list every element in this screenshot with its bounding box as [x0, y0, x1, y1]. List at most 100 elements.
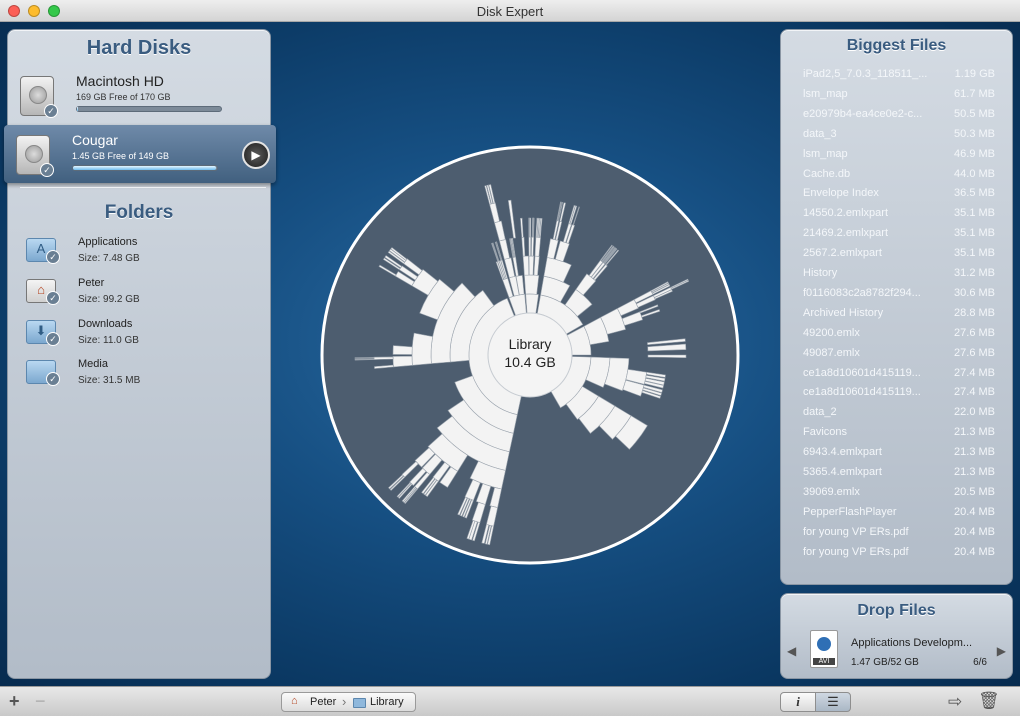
biggest-file-row[interactable]: 14550.2.emlxpart 35.1 MB — [803, 207, 995, 225]
biggest-file-size: 27.6 MB — [954, 326, 995, 339]
disk-item-cougar[interactable]: ✓ Cougar 1.45 GB Free of 149 GB ▶ — [4, 125, 276, 183]
biggest-file-row[interactable]: Archived History 28.8 MB — [803, 307, 995, 325]
chart-wedge[interactable] — [392, 345, 413, 355]
biggest-file-row[interactable]: 6943.4.emlxpart 21.3 MB — [803, 446, 995, 464]
hard-disks-title: Hard Disks — [86, 37, 192, 59]
chart-wedge[interactable] — [528, 217, 530, 238]
biggest-file-row[interactable]: Favicons 21.3 MB — [803, 426, 995, 444]
disk-name: Cougar — [72, 132, 118, 148]
biggest-file-row[interactable]: f0116083c2a8782f294... 30.6 MB — [803, 287, 995, 305]
biggest-file-row[interactable]: iPad2,5_7.0.3_118511_... 1.19 GB — [803, 68, 995, 86]
folder-item-media[interactable]: ✓ Media Size: 31.5 MB — [26, 354, 266, 392]
biggest-file-row[interactable]: lsm_map 61.7 MB — [803, 88, 995, 106]
scan-play-button[interactable]: ▶ — [242, 141, 270, 169]
chart-wedge[interactable] — [529, 217, 532, 238]
biggest-file-name: Cache.db — [803, 167, 851, 180]
folder-name: Downloads — [78, 318, 133, 330]
biggest-file-row[interactable]: ce1a8d10601d415119... 27.4 MB — [803, 386, 995, 404]
chart-wedge[interactable] — [528, 255, 535, 276]
biggest-file-row[interactable]: 49200.emlx 27.6 MB — [803, 327, 995, 345]
biggest-file-row[interactable]: 49087.emlx 27.6 MB — [803, 347, 995, 365]
biggest-file-name: iPad2,5_7.0.3_118511_... — [803, 68, 928, 80]
disk-free-space: 169 GB Free of 170 GB — [76, 92, 171, 102]
trash-icon[interactable]: 🗑 — [978, 691, 1000, 711]
folder-item-downloads[interactable]: ⬇ ✓ Downloads Size: 11.0 GB — [26, 314, 266, 352]
biggest-file-size: 27.6 MB — [954, 346, 995, 359]
folder-item-peter[interactable]: ⌂ ✓ Peter Size: 99.2 GB — [26, 273, 266, 311]
biggest-file-row[interactable]: data_2 22.0 MB — [803, 406, 995, 424]
biggest-file-row[interactable]: Envelope Index 36.5 MB — [803, 187, 995, 205]
biggest-file-size: 20.5 MB — [954, 485, 995, 498]
chart-wedge[interactable] — [354, 357, 375, 359]
window-title: Disk Expert — [476, 4, 544, 19]
biggest-file-name: lsm_map — [803, 87, 848, 100]
list-view-button[interactable]: ☰ — [815, 692, 851, 712]
biggest-file-name: 39069.emlx — [803, 485, 860, 498]
biggest-file-size: 36.5 MB — [954, 187, 995, 200]
folder-item-applications[interactable]: A ✓ Applications Size: 7.48 GB — [26, 232, 266, 270]
chart-center-label: Library — [509, 336, 552, 352]
biggest-file-size: 21.3 MB — [954, 466, 995, 478]
biggest-file-name: History — [803, 267, 838, 279]
bottom-toolbar: + − ⌂ Peter › Library i ☰ ⇨ 🗑 — [0, 686, 1020, 716]
biggest-file-row[interactable]: e20979b4-ea4ce0e2-c... 50.5 MB — [803, 108, 995, 126]
title-bar: Disk Expert — [0, 0, 1020, 22]
breadcrumb-item-library[interactable]: Library — [370, 696, 404, 708]
biggest-file-name: ce1a8d10601d415119... — [803, 366, 921, 379]
biggest-files-panel: Biggest Files iPad2,5_7.0.3_118511_... 1.… — [780, 29, 1013, 585]
next-arrow-icon[interactable]: ▶ — [997, 644, 1006, 658]
biggest-file-size: 44.0 MB — [954, 167, 995, 180]
chart-wedge[interactable] — [392, 355, 413, 368]
drop-file-name: Applications Developm... — [851, 637, 973, 649]
breadcrumb-item-peter[interactable]: Peter — [310, 696, 336, 708]
biggest-file-row[interactable]: History 31.2 MB — [803, 267, 995, 285]
biggest-file-name: data_3 — [803, 127, 837, 140]
biggest-file-name: lsm_map — [803, 147, 848, 160]
remove-icon[interactable]: − — [35, 691, 46, 711]
add-icon[interactable]: + — [9, 691, 20, 711]
chart-wedge[interactable] — [354, 358, 375, 360]
biggest-file-size: 35.1 MB — [954, 207, 995, 220]
biggest-file-size: 35.1 MB — [954, 247, 995, 260]
chart-wedge[interactable] — [373, 356, 394, 360]
biggest-file-row[interactable]: 39069.emlx 20.5 MB — [803, 486, 995, 504]
biggest-file-row[interactable]: lsm_map 46.9 MB — [803, 148, 995, 166]
disk-usage-fill — [77, 107, 78, 111]
breadcrumb-separator-icon: › — [342, 694, 347, 709]
biggest-file-size: 1.19 GB — [954, 68, 995, 80]
biggest-file-name: ce1a8d10601d415119... — [803, 386, 921, 399]
chart-wedge[interactable] — [524, 274, 540, 295]
drop-files-panel[interactable]: Drop Files ◀ AVI Applications Developm..… — [780, 593, 1013, 679]
applications-folder-icon: A ✓ — [26, 238, 60, 264]
chart-wedge[interactable] — [528, 236, 532, 257]
folder-size: Size: 31.5 MB — [78, 375, 141, 386]
folder-size: Size: 99.2 GB — [78, 294, 140, 305]
disk-usage-sunburst-chart[interactable]: Library 10.4 GB — [318, 143, 742, 567]
biggest-file-row[interactable]: 21469.2.emlxpart 35.1 MB — [803, 227, 995, 245]
biggest-file-row[interactable]: Cache.db 44.0 MB — [803, 168, 995, 186]
biggest-file-name: for young VP ERs.pdf — [803, 525, 909, 538]
reveal-in-finder-icon[interactable]: ⇨ — [948, 692, 962, 712]
biggest-file-row[interactable]: data_3 50.3 MB — [803, 128, 995, 146]
previous-arrow-icon[interactable]: ◀ — [787, 644, 796, 658]
chart-wedge[interactable] — [647, 354, 687, 359]
biggest-file-row[interactable]: 5365.4.emlxpart 21.3 MB — [803, 466, 995, 484]
biggest-file-size: 61.7 MB — [954, 87, 995, 100]
biggest-file-name: 21469.2.emlxpart — [803, 227, 888, 240]
chart-wedge[interactable] — [531, 236, 535, 257]
chart-wedge[interactable] — [522, 255, 530, 276]
biggest-file-name: f0116083c2a8782f294... — [803, 286, 921, 299]
biggest-file-row[interactable]: 2567.2.emlxpart 35.1 MB — [803, 247, 995, 265]
biggest-file-size: 21.3 MB — [954, 426, 995, 439]
biggest-file-row[interactable]: ce1a8d10601d415119... 27.4 MB — [803, 367, 995, 385]
drop-file-counter: 6/6 — [973, 657, 987, 668]
biggest-file-name: for young VP ERs.pdf — [803, 545, 909, 558]
disk-item-macintosh-hd[interactable]: ✓ Macintosh HD 169 GB Free of 170 GB — [8, 66, 272, 124]
biggest-file-size: 21.3 MB — [954, 446, 995, 459]
biggest-file-row[interactable]: PepperFlashPlayer 20.4 MB — [803, 506, 995, 524]
biggest-file-size: 35.1 MB — [954, 227, 995, 240]
biggest-file-row[interactable]: for young VP ERs.pdf 20.4 MB — [803, 526, 995, 544]
info-view-button[interactable]: i — [780, 692, 816, 712]
biggest-file-row[interactable]: for young VP ERs.pdf 20.4 MB — [803, 546, 995, 564]
chart-wedge[interactable] — [411, 332, 434, 366]
